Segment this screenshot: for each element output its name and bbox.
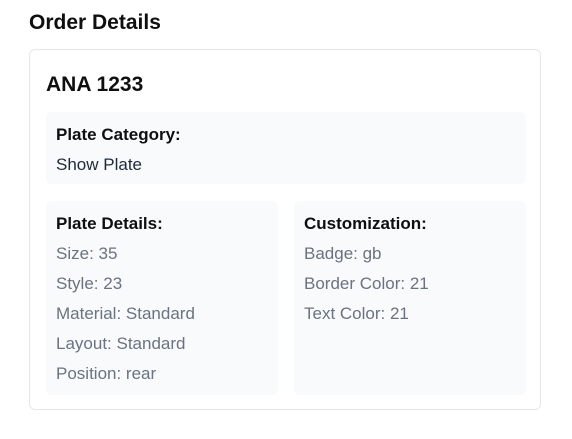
plate-position-field: Position: rear: [56, 364, 157, 383]
page-title: Order Details: [29, 11, 161, 34]
plate-size-field: Size: 35: [56, 244, 118, 263]
plate-details-list: Size: 35 Style: 23 Material: Standard La…: [56, 243, 195, 393]
plate-category-panel: Plate Category: Show Plate: [46, 112, 526, 184]
plate-details-panel: Plate Details: Size: 35 Style: 23 Materi…: [46, 201, 278, 395]
plate-details-label: Plate Details:: [56, 214, 163, 233]
plate-layout-field: Layout: Standard: [56, 334, 186, 353]
customization-list: Badge: gb Border Color: 21 Text Color: 2…: [304, 243, 429, 333]
order-card: ANA 1233 Plate Category: Show Plate Plat…: [29, 49, 541, 410]
plate-category-label: Plate Category:: [56, 125, 181, 144]
customization-panel: Customization: Badge: gb Border Color: 2…: [294, 201, 526, 395]
border-color-field: Border Color: 21: [304, 274, 429, 293]
plate-style-field: Style: 23: [56, 274, 123, 293]
customization-label: Customization:: [304, 214, 427, 233]
plate-category-value: Show Plate: [56, 155, 142, 174]
text-color-field: Text Color: 21: [304, 304, 409, 323]
plate-material-field: Material: Standard: [56, 304, 195, 323]
badge-field: Badge: gb: [304, 244, 382, 263]
plate-number: ANA 1233: [46, 73, 144, 96]
